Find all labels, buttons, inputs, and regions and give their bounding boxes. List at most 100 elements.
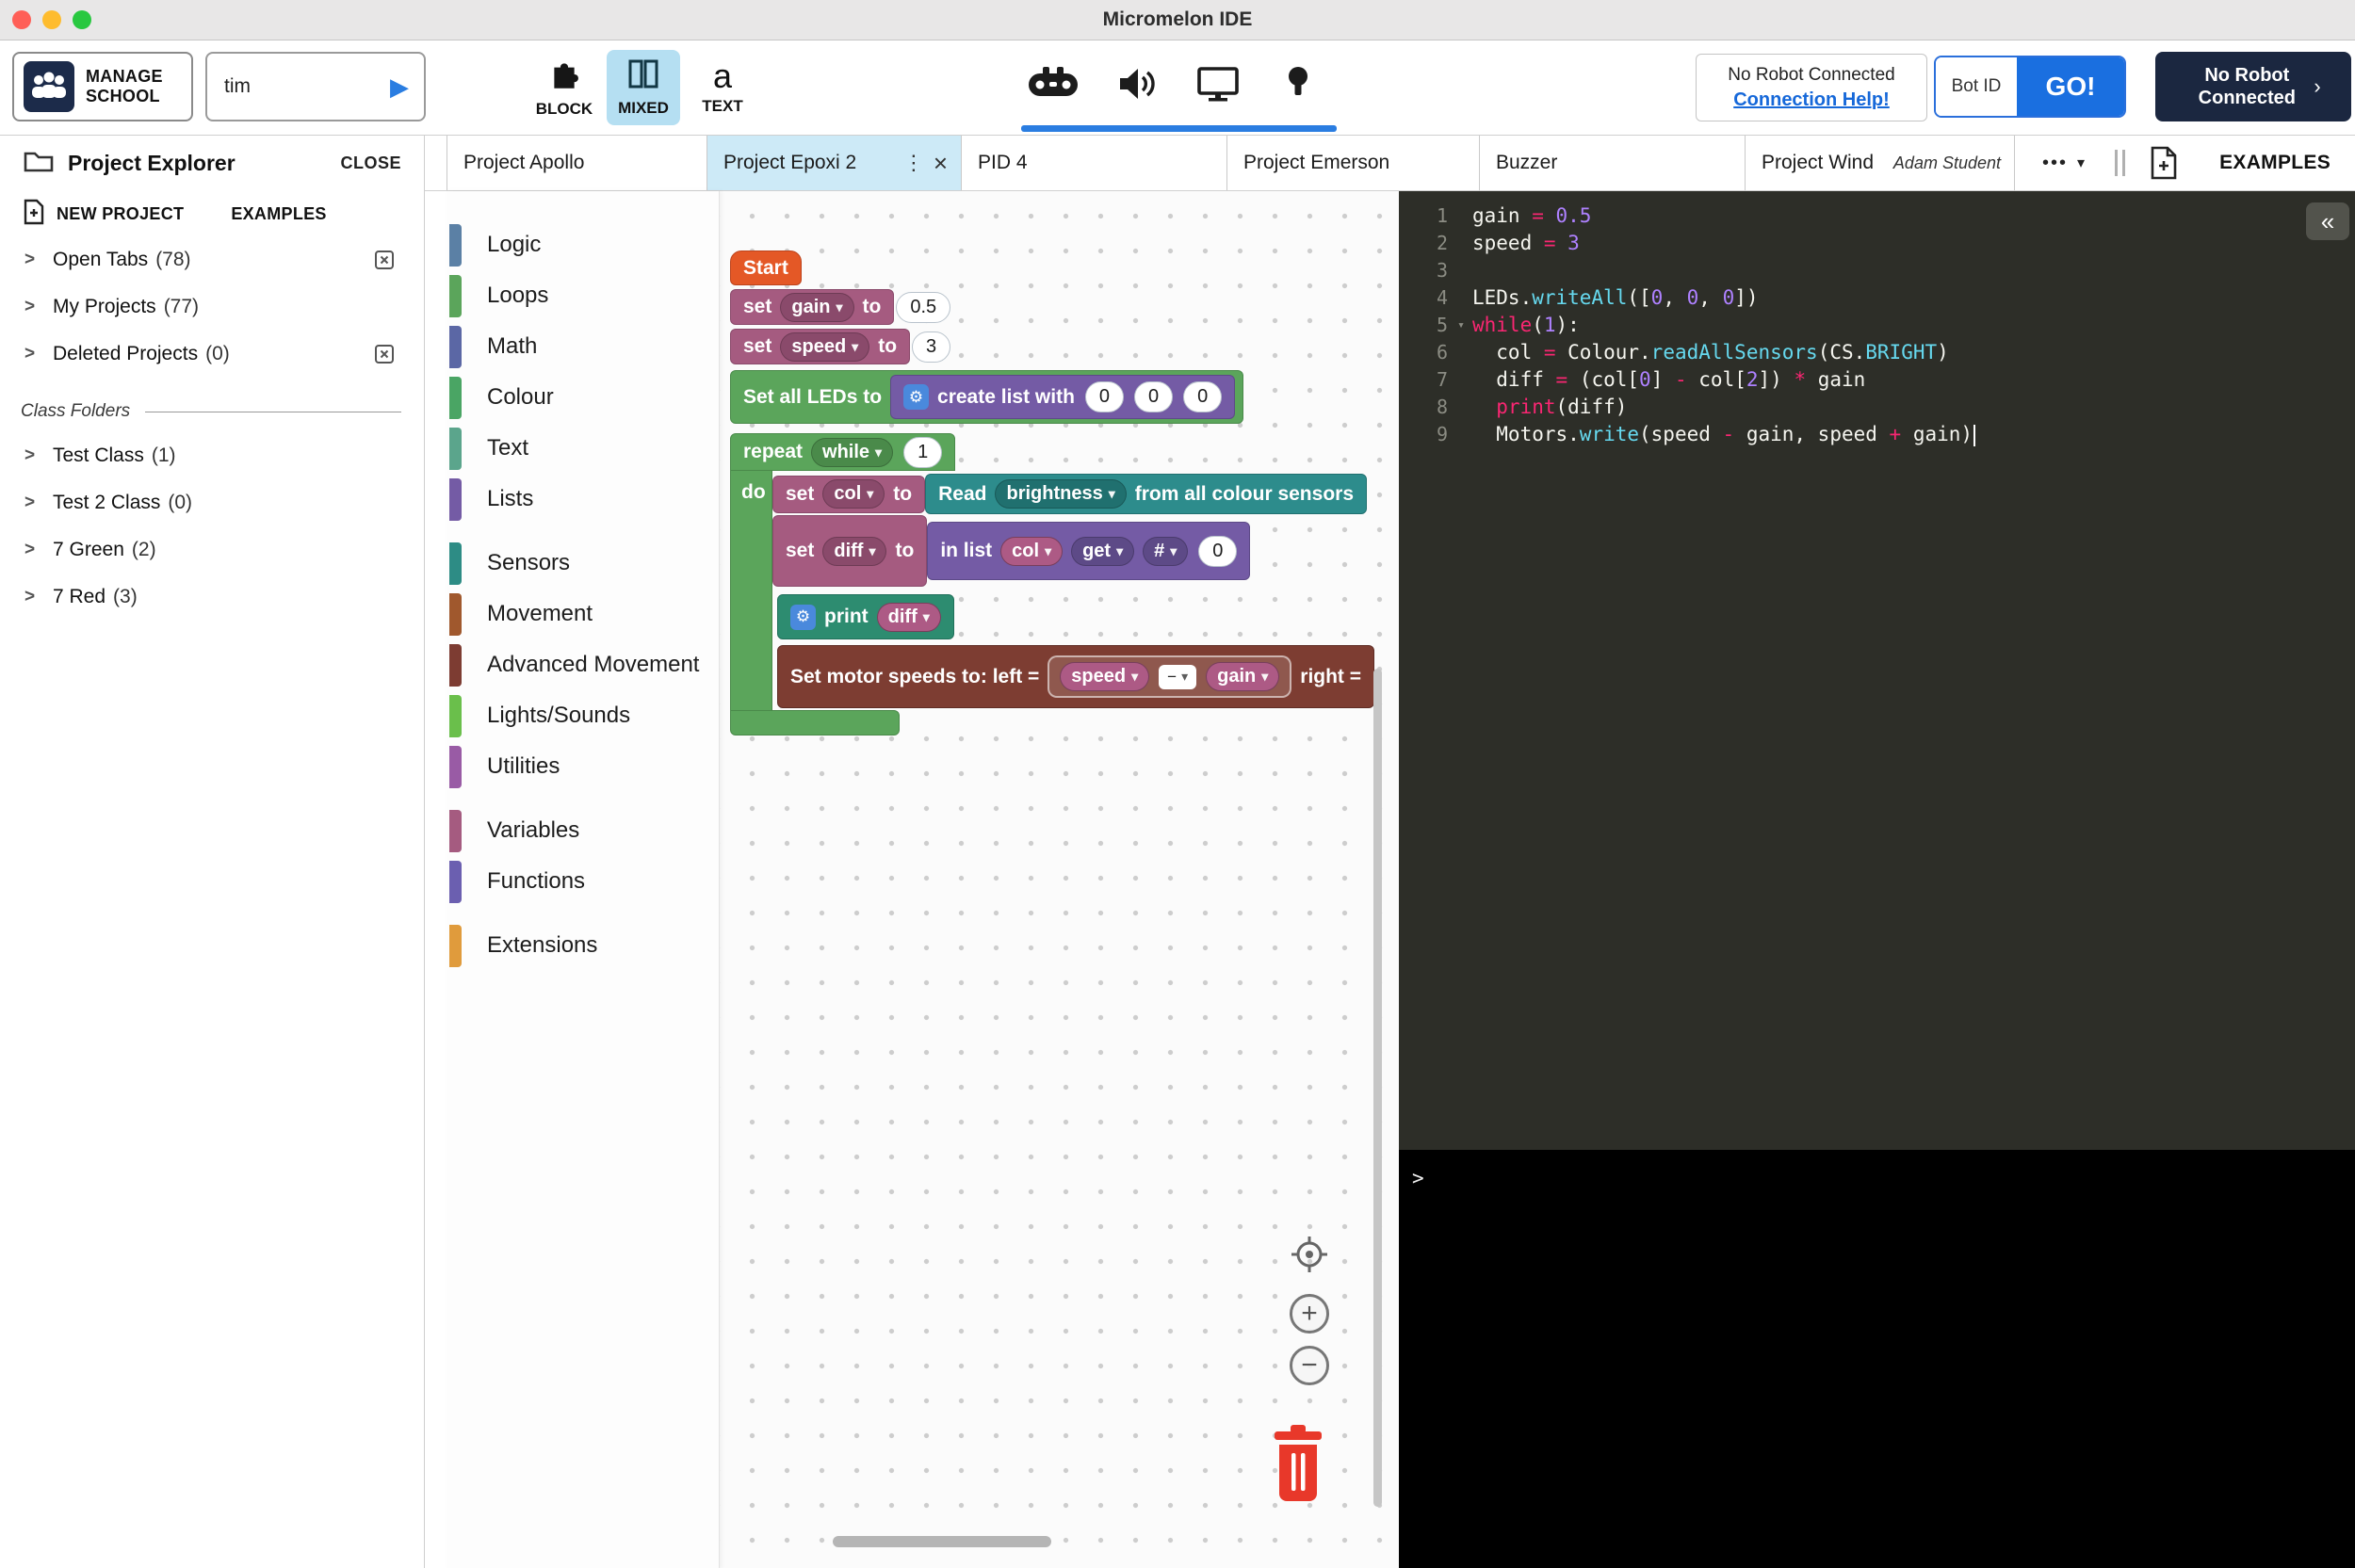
palette-category-math[interactable]: Math: [447, 321, 719, 372]
variable-dropdown[interactable]: col▾: [822, 479, 885, 509]
go-button[interactable]: GO!: [2017, 57, 2124, 116]
tab-pid-4[interactable]: PID 4: [962, 136, 1227, 190]
student-search-input[interactable]: [222, 74, 390, 99]
block-create-list[interactable]: ⚙ create list with 0 0 0: [890, 375, 1235, 419]
variable-dropdown[interactable]: diff▾: [822, 537, 886, 566]
block-set-all-leds[interactable]: Set all LEDs to ⚙ create list with 0 0 0: [730, 370, 1243, 424]
sidebar-group-my-projects[interactable]: >My Projects(77): [0, 283, 424, 331]
bot-id-field[interactable]: [1936, 57, 2017, 116]
manage-school-button[interactable]: MANAGE SCHOOL: [12, 52, 193, 121]
variable-block[interactable]: gain▾: [1206, 662, 1279, 691]
robot-connection-panel[interactable]: No Robot Connected ›: [2155, 52, 2351, 121]
tab-project-epoxi-2[interactable]: Project Epoxi 2⋮×: [707, 136, 962, 190]
operator-dropdown[interactable]: −▾: [1159, 665, 1196, 689]
empty-trash-icon[interactable]: [373, 343, 396, 365]
canvas-vertical-scrollbar[interactable]: [1373, 669, 1382, 1507]
palette-category-logic[interactable]: Logic: [447, 219, 719, 270]
tab-project-apollo[interactable]: Project Apollo: [447, 136, 707, 190]
palette-category-lists[interactable]: Lists: [447, 474, 719, 525]
palette-category-extensions[interactable]: Extensions: [447, 920, 719, 971]
tab-overflow-button[interactable]: ••• ▾: [2020, 153, 2107, 174]
examples-button[interactable]: EXAMPLES: [2195, 152, 2355, 174]
list-op-dropdown[interactable]: get▾: [1071, 537, 1134, 566]
variable-dropdown[interactable]: speed▾: [780, 332, 869, 362]
block-repeat-while[interactable]: repeat while▾ 1: [730, 433, 955, 471]
mutator-gear-icon[interactable]: ⚙: [903, 384, 929, 410]
variable-block[interactable]: speed▾: [1060, 662, 1149, 691]
palette-category-functions[interactable]: Functions: [447, 856, 719, 907]
variable-dropdown[interactable]: gain▾: [780, 293, 853, 322]
robot-controller-button[interactable]: [1023, 54, 1083, 114]
sidebar-examples-button[interactable]: EXAMPLES: [231, 204, 326, 224]
recenter-button[interactable]: [1290, 1235, 1329, 1279]
tab-project-wind[interactable]: Project WindAdam Student: [1746, 136, 2015, 190]
class-folder-test-2-class[interactable]: >Test 2 Class(0): [0, 479, 424, 526]
tab-close-icon[interactable]: ×: [934, 149, 948, 178]
connection-help-link[interactable]: Connection Help!: [1733, 89, 1890, 111]
block-print[interactable]: ⚙ print diff▾: [777, 594, 954, 639]
palette-category-sensors[interactable]: Sensors: [447, 538, 719, 589]
fold-caret-icon[interactable]: ▾: [1457, 312, 1465, 339]
variable-block[interactable]: diff▾: [877, 603, 941, 632]
zoom-in-button[interactable]: +: [1290, 1294, 1329, 1334]
loop-mode-dropdown[interactable]: while▾: [811, 438, 893, 467]
trash-can[interactable]: [1269, 1425, 1327, 1511]
new-project-button[interactable]: NEW PROJECT: [57, 204, 184, 224]
number-input[interactable]: 1: [903, 437, 942, 468]
number-input[interactable]: 0.5: [896, 292, 950, 323]
number-input[interactable]: 0: [1085, 381, 1124, 412]
mutator-gear-icon[interactable]: ⚙: [790, 605, 816, 630]
palette-category-movement[interactable]: Movement: [447, 589, 719, 639]
index-mode-dropdown[interactable]: #▾: [1143, 537, 1188, 566]
palette-category-colour[interactable]: Colour: [447, 372, 719, 423]
clear-open-tabs-icon[interactable]: [373, 249, 396, 271]
block-set-speed[interactable]: set speed▾ to: [730, 329, 910, 364]
bot-id-input[interactable]: [1940, 75, 2013, 98]
zoom-out-button[interactable]: −: [1290, 1346, 1329, 1385]
block-set-motor-speeds[interactable]: Set motor speeds to: left = speed▾ −▾ ga…: [777, 645, 1374, 708]
light-button[interactable]: [1268, 54, 1328, 114]
block-read-colour-sensors[interactable]: Read brightness▾ from all colour sensors: [925, 474, 1367, 514]
tab-project-emerson[interactable]: Project Emerson: [1227, 136, 1480, 190]
number-input[interactable]: 0: [1183, 381, 1222, 412]
mode-text-button[interactable]: a TEXT: [686, 50, 759, 125]
collapse-editor-button[interactable]: «: [2306, 202, 2349, 240]
block-set-gain[interactable]: set gain▾ to: [730, 289, 894, 325]
block-in-list-get[interactable]: in list col▾ get▾ #▾ 0: [927, 522, 1250, 580]
tab-buzzer[interactable]: Buzzer: [1480, 136, 1746, 190]
class-folder-7-red[interactable]: >7 Red(3): [0, 574, 424, 621]
palette-category-advanced-movement[interactable]: Advanced Movement: [447, 639, 719, 690]
palette-category-text[interactable]: Text: [447, 423, 719, 474]
tab-kebab-icon[interactable]: ⋮: [903, 151, 924, 175]
block-set-diff[interactable]: set diff▾ to: [772, 515, 927, 587]
speaker-button[interactable]: [1107, 54, 1167, 114]
sidebar-close-button[interactable]: CLOSE: [340, 154, 401, 173]
sidebar-group-open-tabs[interactable]: >Open Tabs(78): [0, 236, 424, 283]
repeat-loop-bottom[interactable]: [730, 710, 900, 736]
sidebar-group-deleted-projects[interactable]: >Deleted Projects(0): [0, 331, 424, 378]
palette-category-loops[interactable]: Loops: [447, 270, 719, 321]
mode-mixed-button[interactable]: MIXED: [607, 50, 680, 125]
variable-block[interactable]: col▾: [1000, 537, 1063, 566]
python-editor[interactable]: 1gain = 0.52speed = 334LEDs.writeAll([0,…: [1399, 191, 2355, 1150]
palette-category-variables[interactable]: Variables: [447, 805, 719, 856]
class-folder-7-green[interactable]: >7 Green(2): [0, 526, 424, 574]
sensor-mode-dropdown[interactable]: brightness▾: [995, 479, 1126, 509]
console-output[interactable]: >: [1399, 1150, 2355, 1568]
block-canvas[interactable]: Start set gain▾ to 0.5 set: [720, 191, 1399, 1568]
number-input[interactable]: 0: [1134, 381, 1173, 412]
palette-category-utilities[interactable]: Utilities: [447, 741, 719, 792]
repeat-loop-body[interactable]: [730, 469, 772, 711]
block-start[interactable]: Start: [730, 251, 802, 285]
palette-category-lights-sounds[interactable]: Lights/Sounds: [447, 690, 719, 741]
class-folder-test-class[interactable]: >Test Class(1): [0, 432, 424, 479]
monitor-button[interactable]: [1188, 54, 1248, 114]
mode-block-button[interactable]: BLOCK: [528, 50, 601, 125]
new-tab-button[interactable]: [2133, 145, 2195, 181]
canvas-horizontal-scrollbar[interactable]: [833, 1536, 1051, 1547]
block-set-col[interactable]: set col▾ to: [772, 476, 925, 513]
number-input[interactable]: 0: [1198, 536, 1237, 567]
play-icon[interactable]: ▶: [390, 73, 409, 102]
student-search-field[interactable]: ▶: [205, 52, 426, 121]
number-input[interactable]: 3: [912, 331, 950, 363]
